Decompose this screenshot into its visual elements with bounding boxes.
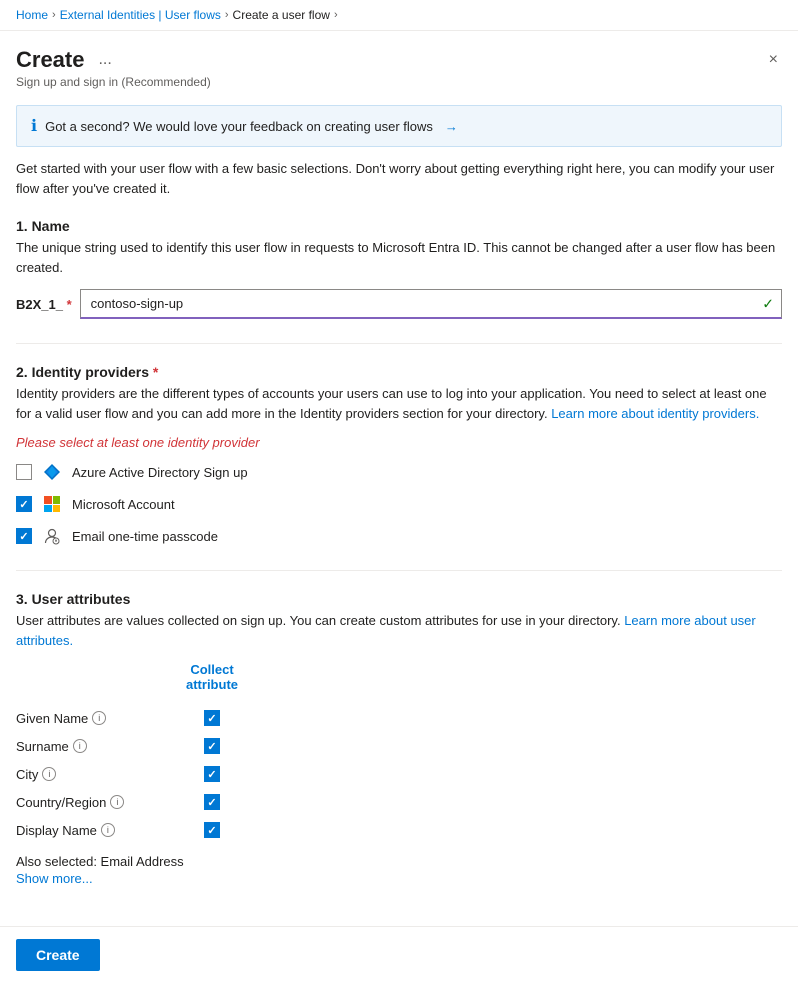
azure-icon <box>42 462 62 482</box>
breadcrumb-external[interactable]: External Identities | User flows <box>60 8 221 22</box>
checkbox-display-name-collect[interactable] <box>204 822 220 838</box>
info-icon: ℹ <box>31 116 37 136</box>
attributes-section-desc: User attributes are values collected on … <box>16 611 782 650</box>
identity-learn-more[interactable]: Learn more about identity providers. <box>551 406 759 421</box>
provider-label-ms: Microsoft Account <box>72 497 175 512</box>
also-selected-text: Also selected: Email Address <box>16 854 782 869</box>
create-button[interactable]: Create <box>16 939 100 971</box>
attr-table: Given Name i Surname i City <box>16 704 782 844</box>
identity-section-title: 2. Identity providers * <box>16 364 782 380</box>
attr-label-display-name: Display Name i <box>16 823 156 838</box>
title-area: Create ... Sign up and sign in (Recommen… <box>16 47 211 89</box>
ellipsis-button[interactable]: ... <box>92 49 117 71</box>
breadcrumb: Home › External Identities | User flows … <box>0 0 798 31</box>
name-prefix: B2X_1_ * <box>16 297 72 312</box>
name-field-row: B2X_1_ * ✓ <box>16 289 782 319</box>
name-section-title: 1. Name <box>16 218 782 234</box>
identity-alert-text: Please select at least one identity prov… <box>16 435 782 450</box>
attr-row-surname: Surname i <box>16 732 782 760</box>
attr-checkbox-city-collect <box>172 766 252 782</box>
checkbox-otp[interactable] <box>16 528 32 544</box>
checkbox-surname-collect[interactable] <box>204 738 220 754</box>
info-icon-given-name: i <box>92 711 106 725</box>
attr-row-display-name: Display Name i <box>16 816 782 844</box>
required-star: * <box>149 364 158 380</box>
attr-label-city: City i <box>16 767 156 782</box>
identity-section-desc: Identity providers are the different typ… <box>16 384 782 423</box>
attr-columns-header: Collect attribute <box>172 662 782 692</box>
provider-row-ms: Microsoft Account <box>16 494 782 514</box>
name-section: 1. Name The unique string used to identi… <box>16 218 782 319</box>
name-input[interactable] <box>80 289 782 319</box>
provider-row-aad: Azure Active Directory Sign up <box>16 462 782 482</box>
info-icon-surname: i <box>73 739 87 753</box>
attr-label-country: Country/Region i <box>16 795 156 810</box>
breadcrumb-create: Create a user flow <box>233 8 330 22</box>
checkbox-city-collect[interactable] <box>204 766 220 782</box>
name-section-desc: The unique string used to identify this … <box>16 238 782 277</box>
person-icon <box>42 526 62 546</box>
microsoft-icon <box>42 494 62 514</box>
main-header: Create ... Sign up and sign in (Recommen… <box>0 31 798 93</box>
name-input-wrapper: ✓ <box>80 289 782 319</box>
close-button[interactable]: × <box>765 47 782 73</box>
attributes-section: 3. User attributes User attributes are v… <box>16 591 782 886</box>
main-content: Get started with your user flow with a f… <box>0 159 798 926</box>
info-icon-country: i <box>110 795 124 809</box>
attr-checkbox-given-name-collect <box>172 710 252 726</box>
provider-row-otp: Email one-time passcode <box>16 526 782 546</box>
section-divider-1 <box>16 343 782 344</box>
page-subtitle: Sign up and sign in (Recommended) <box>16 75 211 89</box>
show-more-link[interactable]: Show more... <box>16 871 782 886</box>
checkbox-ms[interactable] <box>16 496 32 512</box>
page-title: Create <box>16 47 84 73</box>
feedback-banner: ℹ Got a second? We would love your feedb… <box>16 105 782 147</box>
valid-check-icon: ✓ <box>762 296 774 313</box>
checkbox-aad[interactable] <box>16 464 32 480</box>
attr-row-city: City i <box>16 760 782 788</box>
intro-text: Get started with your user flow with a f… <box>16 159 782 198</box>
attr-checkbox-display-name-collect <box>172 822 252 838</box>
identity-provider-list: Azure Active Directory Sign up Microsoft… <box>16 462 782 546</box>
provider-label-otp: Email one-time passcode <box>72 529 218 544</box>
footer-bar: Create <box>0 926 798 983</box>
provider-label-aad: Azure Active Directory Sign up <box>72 465 248 480</box>
attr-label-given-name: Given Name i <box>16 711 156 726</box>
attr-checkbox-surname-collect <box>172 738 252 754</box>
attr-row-given-name: Given Name i <box>16 704 782 732</box>
feedback-link[interactable]: → <box>445 119 458 134</box>
identity-section: 2. Identity providers * Identity provide… <box>16 364 782 546</box>
attr-label-surname: Surname i <box>16 739 156 754</box>
title-row: Create ... <box>16 47 211 73</box>
section-divider-2 <box>16 570 782 571</box>
collect-header: Collect attribute <box>172 662 252 692</box>
attr-row-country: Country/Region i <box>16 788 782 816</box>
attributes-section-title: 3. User attributes <box>16 591 782 607</box>
info-icon-city: i <box>42 767 56 781</box>
info-icon-display-name: i <box>101 823 115 837</box>
feedback-text: Got a second? We would love your feedbac… <box>45 119 433 134</box>
checkbox-given-name-collect[interactable] <box>204 710 220 726</box>
checkbox-country-collect[interactable] <box>204 794 220 810</box>
attr-checkbox-country-collect <box>172 794 252 810</box>
breadcrumb-home[interactable]: Home <box>16 8 48 22</box>
